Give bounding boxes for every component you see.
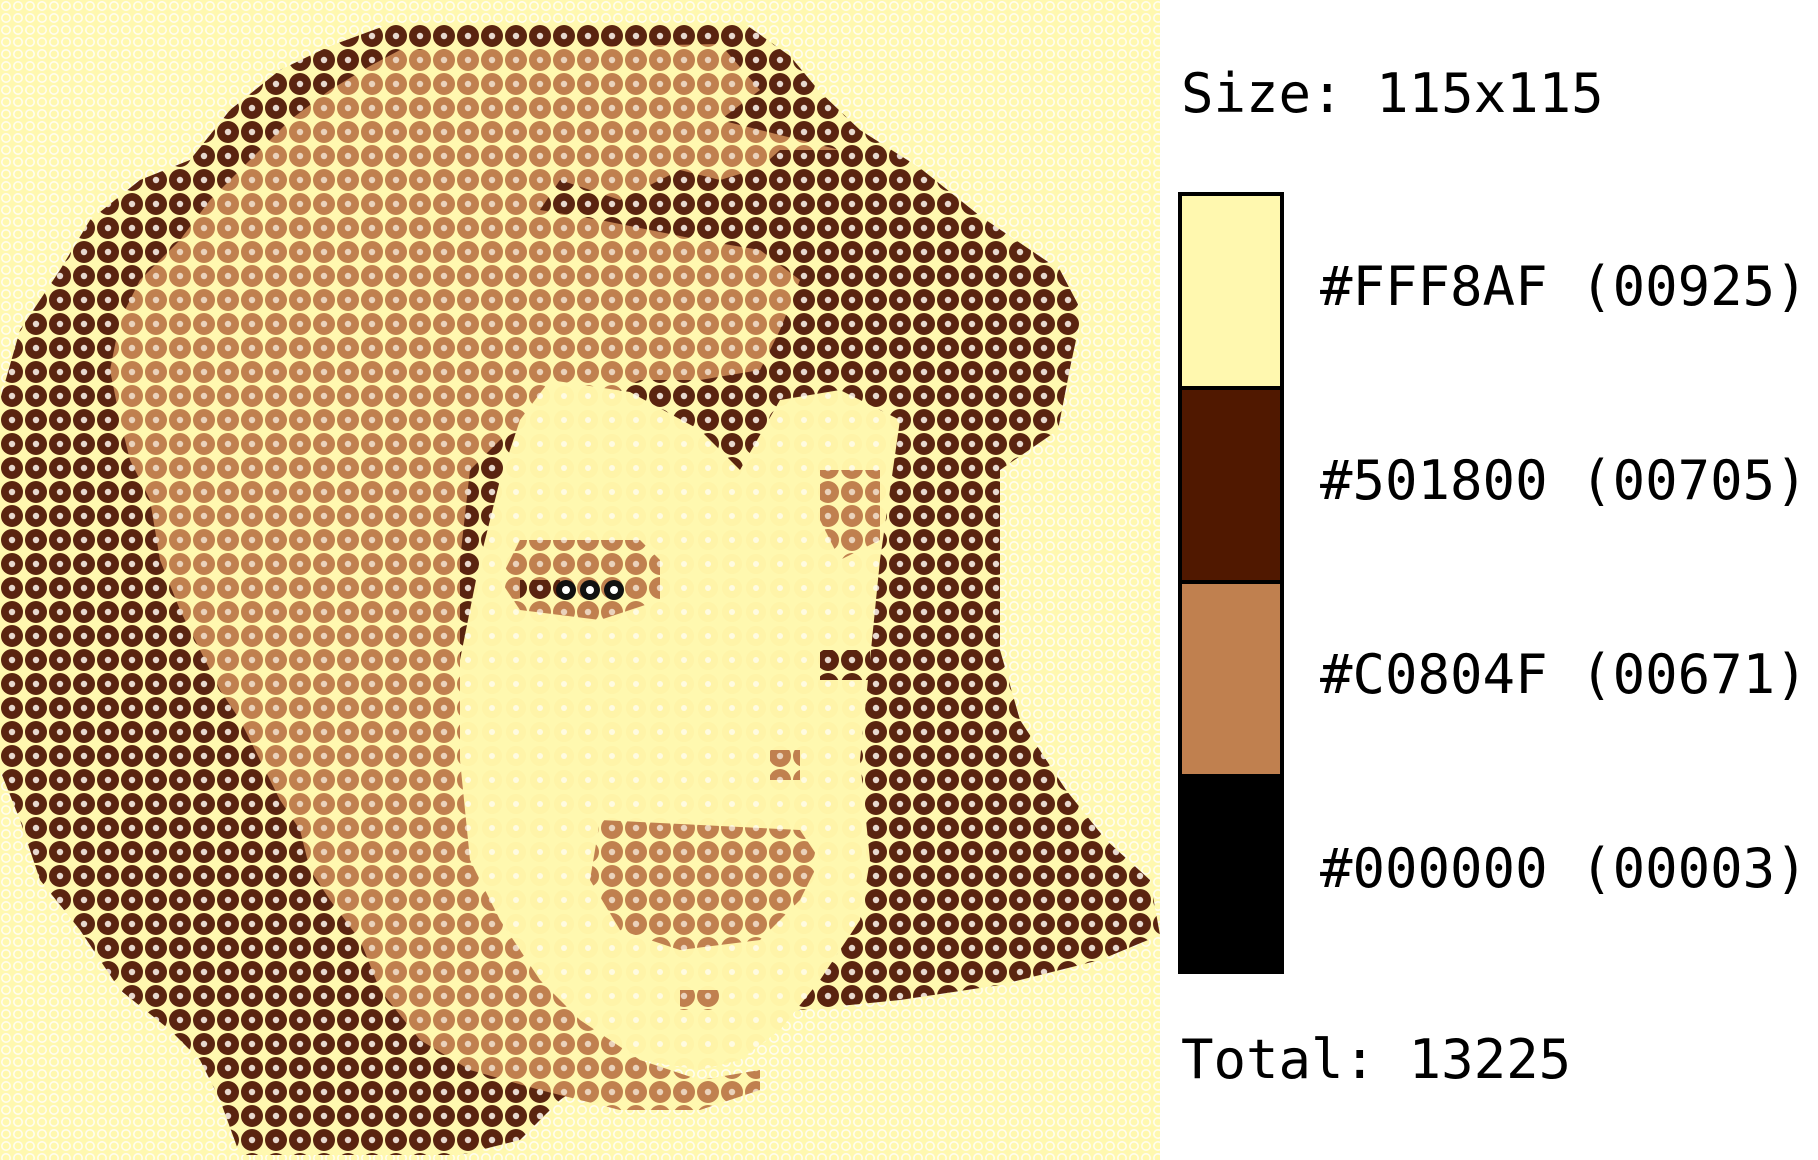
swatch-2 bbox=[1182, 390, 1280, 584]
eye-black-beads bbox=[556, 580, 624, 600]
swatch-3 bbox=[1182, 584, 1280, 778]
total-label: Total: 13225 bbox=[1181, 1028, 1572, 1091]
bead-pattern-preview bbox=[0, 0, 1160, 1160]
nose bbox=[770, 750, 800, 780]
swatch-1 bbox=[1182, 196, 1280, 390]
legend-label-3: #C0804F (00671) bbox=[1320, 643, 1808, 706]
legend-label-4: #000000 (00003) bbox=[1320, 837, 1808, 900]
legend-label-2: #501800 (00705) bbox=[1320, 449, 1808, 512]
chin-shadow bbox=[680, 990, 720, 1010]
size-label: Size: 115x115 bbox=[1181, 62, 1604, 125]
eye-dark bbox=[520, 580, 560, 600]
swatch-4 bbox=[1182, 778, 1280, 970]
side-dark-mark bbox=[820, 650, 870, 680]
legend-label-1: #FFF8AF (00925) bbox=[1320, 255, 1808, 318]
color-palette bbox=[1178, 192, 1284, 974]
